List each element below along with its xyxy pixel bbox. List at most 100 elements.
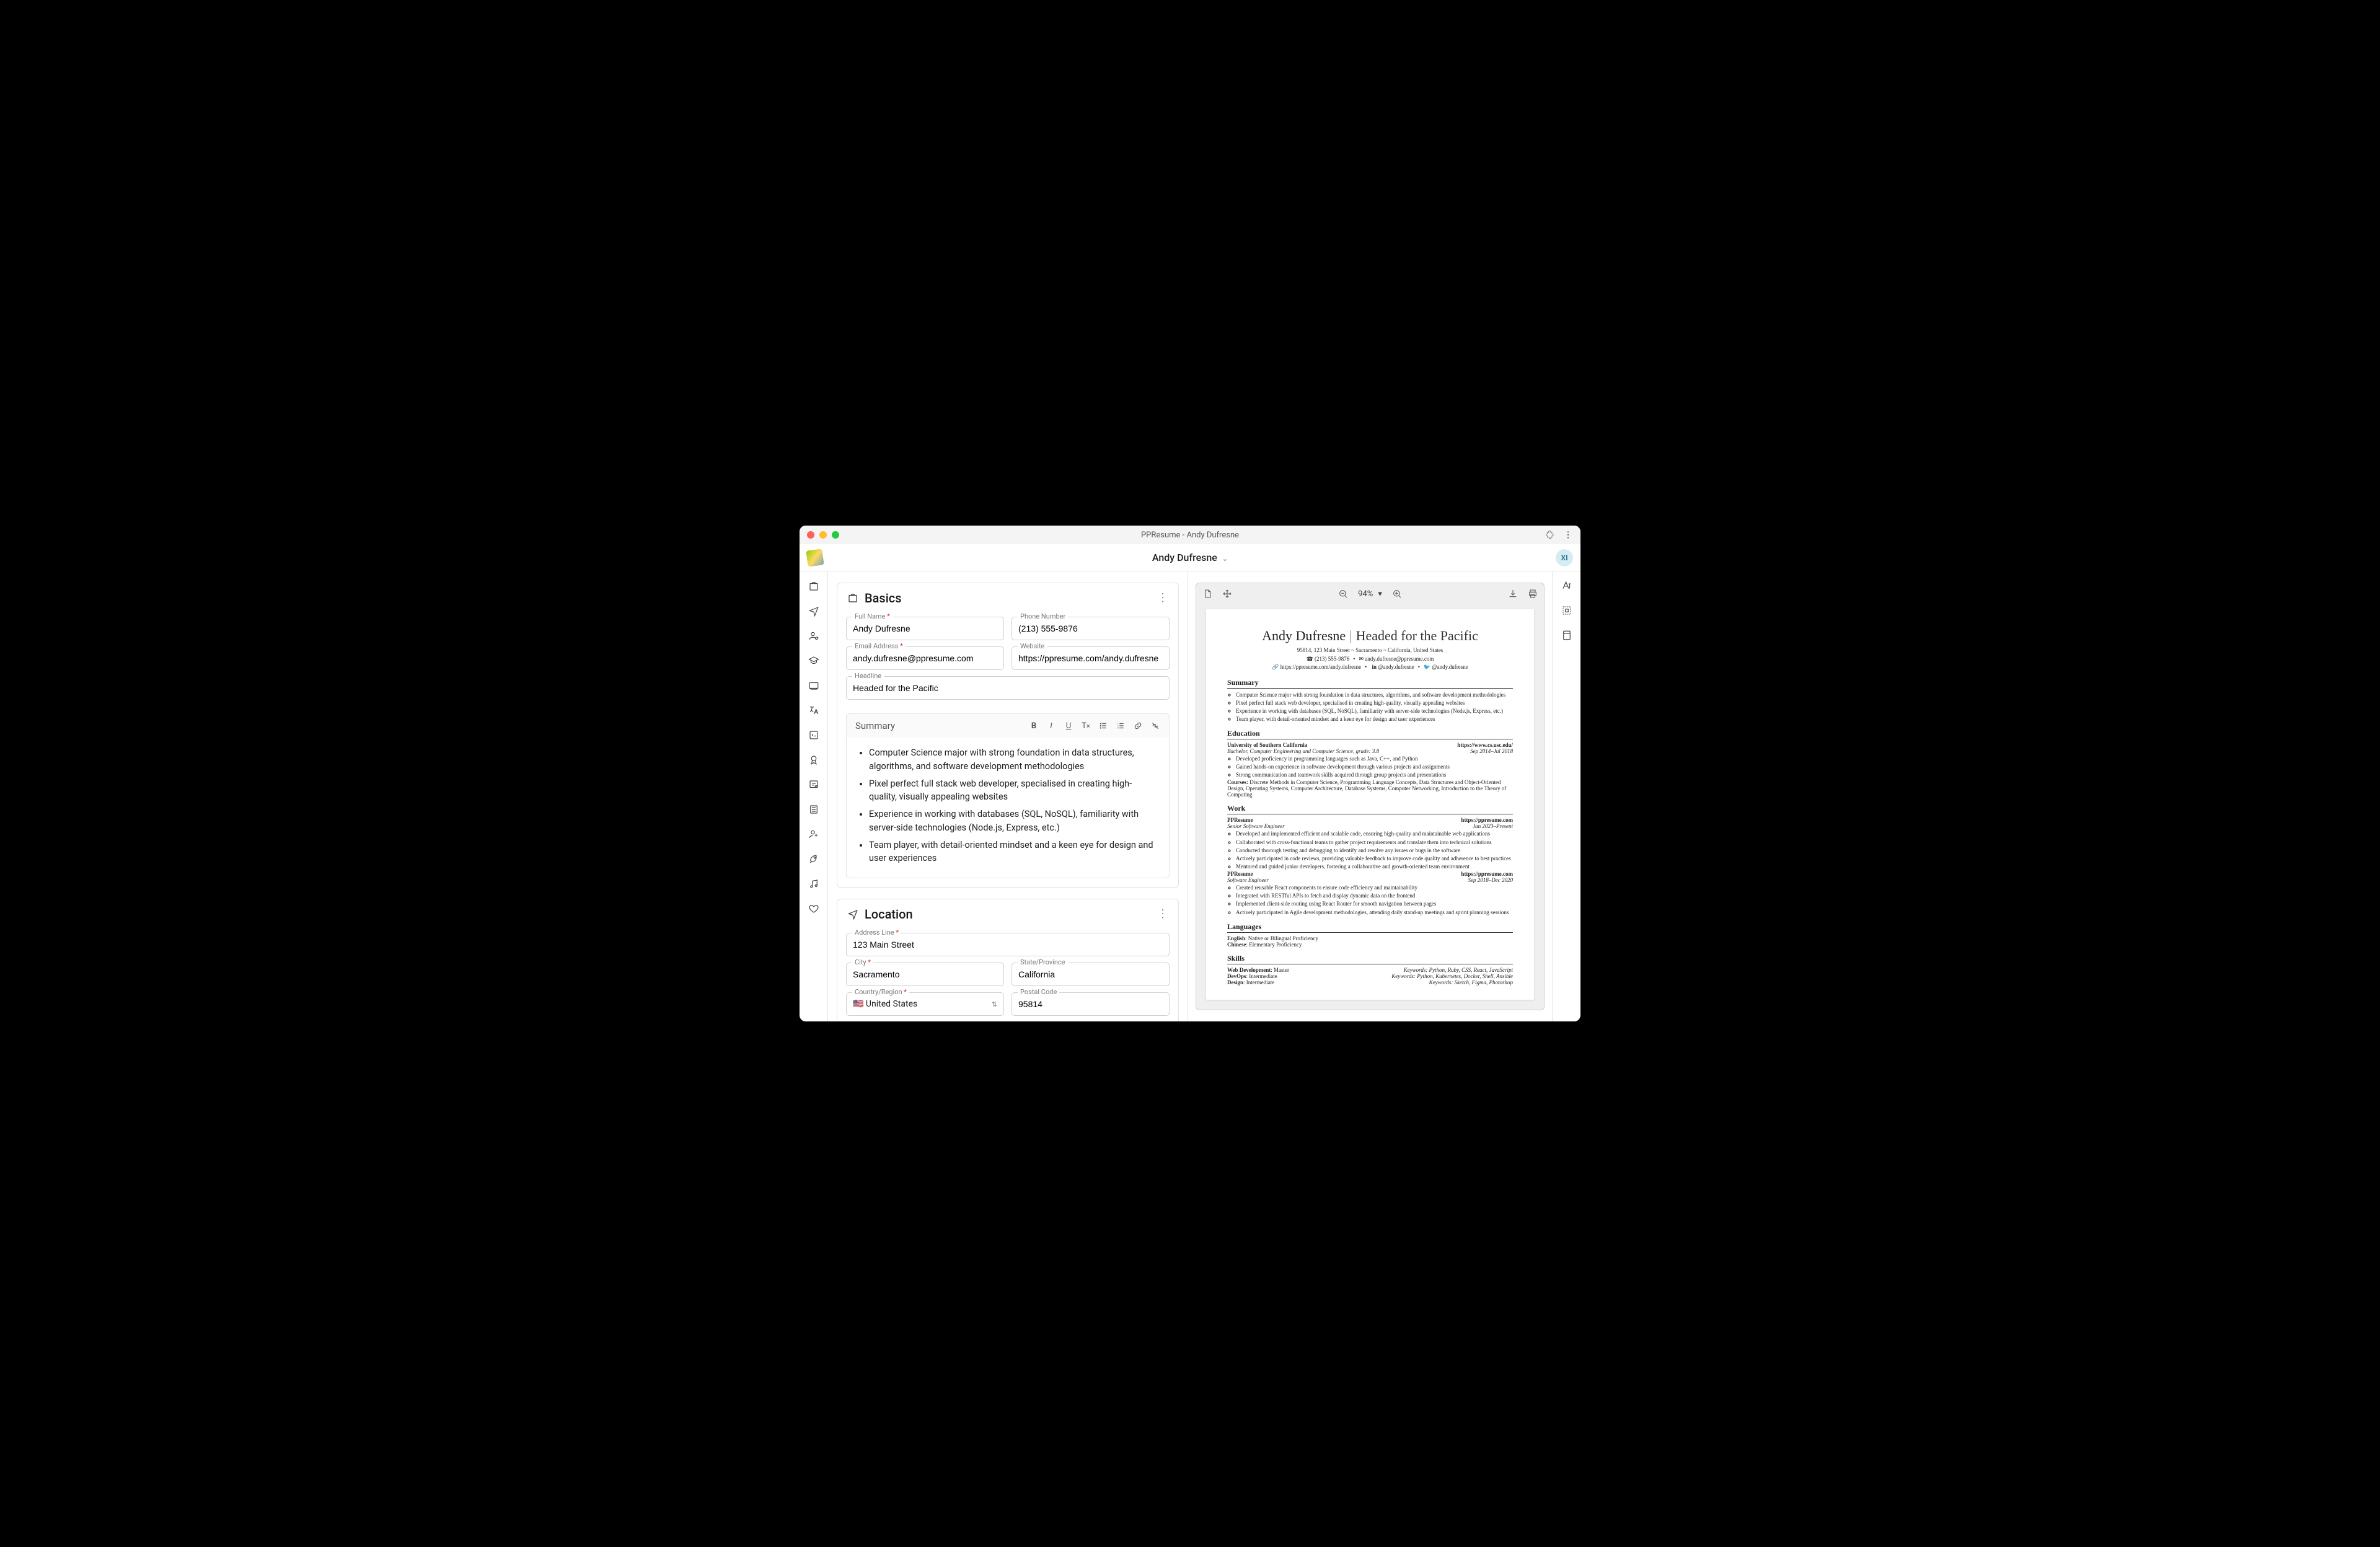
nav-basics-icon[interactable] (808, 580, 820, 593)
location-title: Location (865, 907, 913, 922)
typography-icon[interactable] (1561, 580, 1572, 591)
work-bullet: Actively participated in code reviews, p… (1236, 855, 1513, 862)
summary-item[interactable]: Experience in working with databases (SQ… (869, 808, 1159, 835)
courses-list: Discrete Methods in Computer Science, Pr… (1227, 779, 1506, 798)
nav-projects-icon[interactable] (808, 853, 820, 865)
print-button[interactable] (1528, 589, 1538, 599)
dropdown-triangle-icon: ▾ (1378, 589, 1382, 599)
email-label: Email Address (855, 642, 898, 650)
resume-name-heading: Andy Dufresne|Headed for the Pacific (1227, 628, 1513, 644)
titlebar: PPResume - Andy Dufresne (800, 526, 1580, 544)
nav-interests-icon[interactable] (808, 878, 820, 890)
main-area: Basics ⋮ Full Name * Phone Number Email … (800, 571, 1580, 1021)
work-role-row: Senior Software EngineerJan 2023–Present (1227, 823, 1513, 829)
nav-location-icon[interactable] (808, 605, 820, 617)
resume-languages-heading: Languages (1227, 922, 1513, 933)
nav-work-icon[interactable] (808, 679, 820, 692)
postal-label: Postal Code (1020, 988, 1057, 996)
left-sidebar (800, 571, 828, 1021)
resume-summary-heading: Summary (1227, 678, 1513, 689)
email-field: Email Address * (846, 646, 1004, 670)
move-icon[interactable] (1222, 589, 1232, 599)
template-icon[interactable] (1561, 630, 1572, 641)
country-value: United States (866, 999, 917, 1009)
zoom-out-button[interactable] (1338, 589, 1348, 599)
basics-card: Basics ⋮ Full Name * Phone Number Email … (837, 583, 1179, 888)
resume-contact: 95814, 123 Main Street ~ Sacramento ~ Ca… (1227, 646, 1513, 672)
country-flag-icon: 🇺🇸 (853, 999, 863, 1009)
summary-toolbar: B I U T× 123 (1029, 721, 1160, 731)
zoom-in-button[interactable] (1392, 589, 1402, 599)
link-button[interactable] (1133, 721, 1143, 731)
preview-panel: 94% ▾ Andy Dufresne|Headed for the Pacif… (1188, 571, 1552, 1021)
location-header: Location ⋮ (837, 899, 1178, 929)
language-row: Chinese: Elementary Proficiency (1227, 941, 1513, 948)
work-bullet: Integrated with RESTful APIs to fetch an… (1236, 892, 1513, 899)
work-bullet: Actively participated in Agile developme… (1236, 909, 1513, 916)
languages-list: English: Native or Bilingual Proficiency… (1227, 935, 1513, 948)
underline-button[interactable]: U (1064, 721, 1073, 731)
education-bullet: Developed proficiency in programming lan… (1236, 755, 1513, 762)
work-bullet: Collaborated with cross-functional teams… (1236, 839, 1513, 846)
app-header: Andy Dufresne ⌄ XI (800, 544, 1580, 571)
svg-text:3: 3 (1117, 727, 1119, 729)
resume-summary-item: Team player, with detail-oriented mindse… (1236, 715, 1513, 723)
preview-toolbar: 94% ▾ (1196, 583, 1544, 604)
nav-languages-icon[interactable] (808, 704, 820, 716)
skill-row: Design: IntermediateKeywords: Sketch, Fi… (1227, 979, 1513, 985)
nav-certificates-icon[interactable] (808, 778, 820, 791)
clearformat-button[interactable]: T× (1081, 721, 1091, 731)
zoom-level-dropdown[interactable]: 94% ▾ (1358, 589, 1382, 599)
work-bullet: Implemented client-side routing using Re… (1236, 900, 1513, 907)
work-bullet: Developed and implemented efficient and … (1236, 830, 1513, 837)
country-label: Country/Region (855, 988, 902, 996)
summary-item[interactable]: Team player, with detail-oriented mindse… (869, 839, 1159, 866)
nav-volunteer-icon[interactable] (808, 902, 820, 915)
resume-work-heading: Work (1227, 804, 1513, 814)
work-company-row: PPResumehttps://ppresume.com (1227, 817, 1513, 823)
education-bullet: Strong communication and teamwork skills… (1236, 771, 1513, 778)
phone-label: Phone Number (1020, 612, 1065, 620)
orderedlist-button[interactable]: 123 (1116, 721, 1126, 731)
state-label: State/Province (1020, 958, 1065, 966)
skill-row: Web Development: MasterKeywords: Python,… (1227, 967, 1513, 973)
education-dates: Sep 2014–Jul 2018 (1470, 748, 1513, 754)
skill-row: DevOps: IntermediateKeywords: Python, Ku… (1227, 973, 1513, 979)
nav-education-icon[interactable] (808, 654, 820, 667)
summary-item[interactable]: Pixel perfect full stack web developer, … (869, 777, 1159, 804)
zoom-value: 94% (1358, 589, 1373, 599)
resume-summary-item: Pixel perfect full stack web developer, … (1236, 699, 1513, 707)
summary-item[interactable]: Computer Science major with strong found… (869, 746, 1159, 774)
work-bullets: Created reusable React components to ens… (1236, 884, 1513, 916)
bold-button[interactable]: B (1029, 721, 1039, 731)
unlink-button[interactable] (1150, 721, 1160, 731)
nav-profiles-icon[interactable] (808, 630, 820, 642)
resume-summary-item: Experience in working with databases (SQ… (1236, 707, 1513, 715)
summary-editor[interactable]: Computer Science major with strong found… (847, 738, 1169, 878)
bulletlist-button[interactable] (1098, 721, 1108, 731)
nav-awards-icon[interactable] (808, 754, 820, 766)
resume-summary-list: Computer Science major with strong found… (1236, 691, 1513, 723)
nav-skills-icon[interactable] (808, 729, 820, 741)
nav-references-icon[interactable] (808, 828, 820, 840)
right-sidebar (1552, 571, 1580, 1021)
preview-frame: 94% ▾ Andy Dufresne|Headed for the Pacif… (1196, 583, 1545, 1010)
document-name-label: Andy Dufresne (1152, 552, 1217, 563)
layout-icon[interactable] (1561, 605, 1572, 616)
download-button[interactable] (1508, 589, 1518, 599)
resume-page: Andy Dufresne|Headed for the Pacific 958… (1206, 609, 1534, 1000)
work-company-row: PPResumehttps://ppresume.com (1227, 871, 1513, 877)
location-card: Location ⋮ Address Line * City * State/P… (837, 899, 1179, 1021)
headline-input[interactable] (846, 676, 1170, 700)
editor-panel: Basics ⋮ Full Name * Phone Number Email … (828, 571, 1188, 1021)
basics-title: Basics (865, 591, 902, 606)
pdf-icon[interactable] (1202, 589, 1212, 599)
nav-publications-icon[interactable] (808, 803, 820, 816)
basics-header: Basics ⋮ (837, 583, 1178, 613)
education-bullet: Gained hands-on experience in software d… (1236, 763, 1513, 770)
italic-button[interactable]: I (1046, 721, 1056, 731)
app-window: PPResume - Andy Dufresne Andy Dufresne ⌄… (800, 526, 1580, 1021)
headline-label: Headline (855, 672, 881, 680)
document-name-dropdown[interactable]: Andy Dufresne ⌄ (800, 552, 1580, 563)
education-degree: Bachelor, Computer Engineering and Compu… (1227, 748, 1379, 754)
